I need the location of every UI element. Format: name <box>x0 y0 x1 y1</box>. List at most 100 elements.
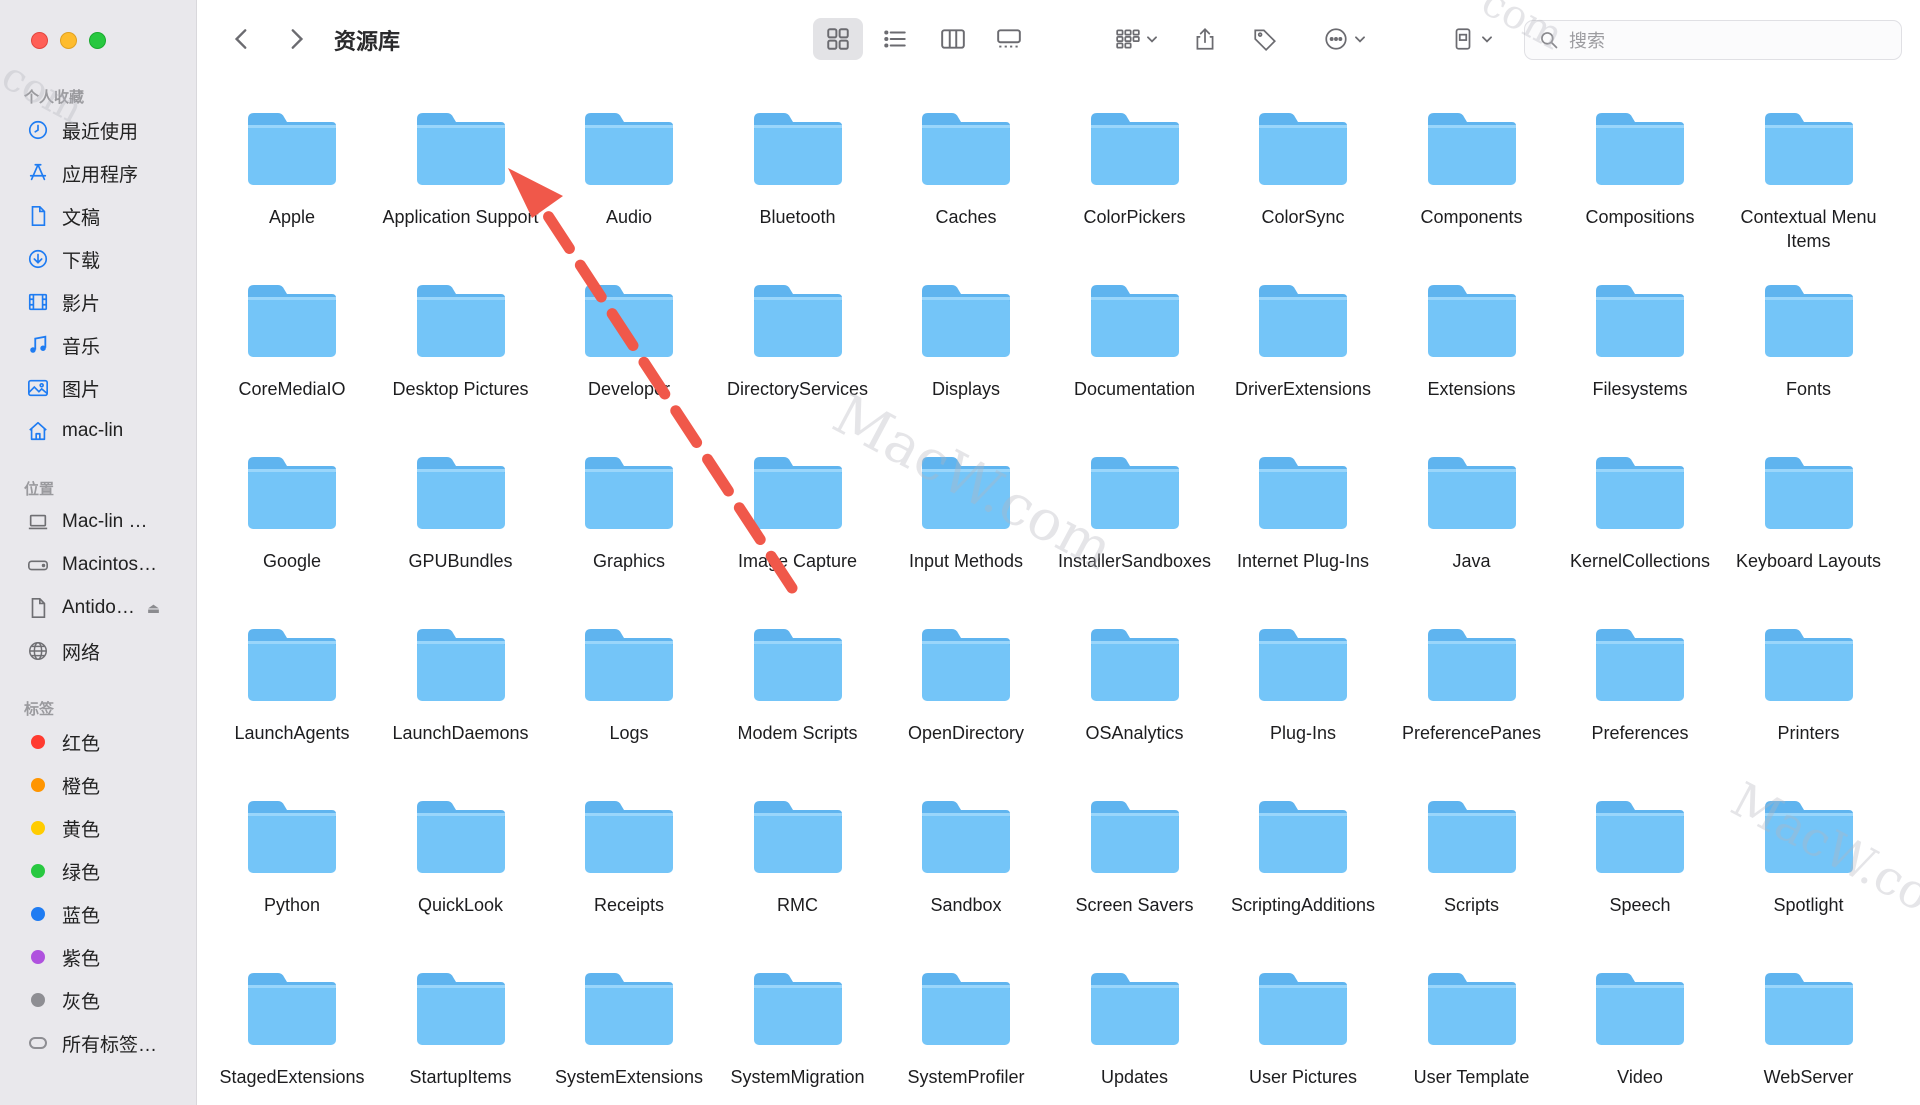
folder-item[interactable]: StartupItems <box>377 965 545 1105</box>
folder-item[interactable]: Bluetooth <box>714 105 882 275</box>
folder-item[interactable]: Apple <box>208 105 376 275</box>
folder-item[interactable]: Application Support <box>377 105 545 275</box>
folder-item[interactable]: Sandbox <box>882 793 1050 963</box>
sidebar-location-3[interactable]: 网络 <box>24 634 184 668</box>
folder-item[interactable]: DirectoryServices <box>714 277 882 447</box>
sidebar-tag-4[interactable]: 蓝色 <box>24 897 184 931</box>
folder-item[interactable]: Logs <box>545 621 713 791</box>
folder-item[interactable]: ScriptingAdditions <box>1219 793 1387 963</box>
sidebar-tag-5[interactable]: 紫色 <box>24 940 184 974</box>
folder-item[interactable]: Extensions <box>1388 277 1556 447</box>
folder-item[interactable]: Audio <box>545 105 713 275</box>
folder-item[interactable]: RMC <box>714 793 882 963</box>
folder-item[interactable]: Documentation <box>1051 277 1219 447</box>
folder-item[interactable]: Google <box>208 449 376 619</box>
folder-item[interactable]: Components <box>1388 105 1556 275</box>
close-button[interactable] <box>31 32 48 49</box>
eject-icon[interactable]: ⏏ <box>147 600 160 617</box>
sidebar-location-0[interactable]: Mac-lin … <box>24 505 184 539</box>
sidebar-favorite-5[interactable]: 音乐 <box>24 328 184 362</box>
folder-item[interactable]: PreferencePanes <box>1388 621 1556 791</box>
folder-item[interactable]: Spotlight <box>1725 793 1893 963</box>
view-list-button[interactable] <box>870 18 920 60</box>
folder-item[interactable]: Filesystems <box>1556 277 1724 447</box>
folder-item[interactable]: S <box>1893 793 1920 963</box>
tag-button[interactable] <box>1247 18 1283 60</box>
folder-item[interactable]: Developer <box>545 277 713 447</box>
folder-item[interactable]: Speech <box>1556 793 1724 963</box>
folder-item[interactable]: GPUBundles <box>377 449 545 619</box>
folder-item[interactable]: DriverExtensions <box>1219 277 1387 447</box>
view-gallery-button[interactable] <box>984 18 1034 60</box>
sidebar-favorite-1[interactable]: 应用程序 <box>24 156 184 190</box>
search-field[interactable]: 搜索 <box>1524 20 1902 60</box>
folder-item[interactable]: User Pictures <box>1219 965 1387 1105</box>
folder-item[interactable]: Input Methods <box>882 449 1050 619</box>
share-button[interactable] <box>1187 18 1223 60</box>
folder-item[interactable]: Internet Plug-Ins <box>1219 449 1387 619</box>
folder-item[interactable]: Image Capture <box>714 449 882 619</box>
folder-item[interactable]: ColorSync <box>1219 105 1387 275</box>
minimize-button[interactable] <box>60 32 77 49</box>
folder-item[interactable]: LaunchDaemons <box>377 621 545 791</box>
folder-item[interactable]: SystemProfiler <box>882 965 1050 1105</box>
folder-item[interactable]: Keyboard Layouts <box>1725 449 1893 619</box>
sidebar-tag-6[interactable]: 灰色 <box>24 983 184 1017</box>
sidebar-tag-2[interactable]: 黄色 <box>24 811 184 845</box>
sidebar-favorite-3[interactable]: 下载 <box>24 242 184 276</box>
folder-item[interactable]: Screen Savers <box>1051 793 1219 963</box>
folder-item[interactable]: Caches <box>882 105 1050 275</box>
folder-item[interactable]: Graphics <box>545 449 713 619</box>
folder-item[interactable]: Desktop Pictures <box>377 277 545 447</box>
sidebar-tag-3[interactable]: 绿色 <box>24 854 184 888</box>
folder-item[interactable]: SystemMigration <box>714 965 882 1105</box>
folder-item[interactable]: Video <box>1556 965 1724 1105</box>
sidebar-tag-0[interactable]: 红色 <box>24 725 184 759</box>
sidebar-favorite-2[interactable]: 文稿 <box>24 199 184 233</box>
folder-item[interactable]: Preferences <box>1556 621 1724 791</box>
action-button[interactable] <box>1317 18 1373 60</box>
sidebar-favorite-7[interactable]: mac-lin <box>24 414 184 448</box>
folder-item[interactable]: Java <box>1388 449 1556 619</box>
forward-button[interactable] <box>279 18 313 60</box>
folder-item[interactable]: OSAnalytics <box>1051 621 1219 791</box>
folder-item[interactable]: KernelCollections <box>1556 449 1724 619</box>
sidebar-tag-7[interactable]: 所有标签… <box>24 1026 184 1060</box>
sidebar-favorite-6[interactable]: 图片 <box>24 371 184 405</box>
folder-item[interactable]: WebServer <box>1725 965 1893 1105</box>
folder-item[interactable]: Pr <box>1893 621 1920 791</box>
folder-item[interactable]: LaunchAgents <box>208 621 376 791</box>
folder-item[interactable]: Compositions <box>1556 105 1724 275</box>
folder-item[interactable]: Plug-Ins <box>1219 621 1387 791</box>
group-button[interactable] <box>1107 18 1167 60</box>
view-icons-button[interactable] <box>813 18 863 60</box>
folder-item[interactable]: QuickLook <box>377 793 545 963</box>
folder-item[interactable]: Fonts <box>1725 277 1893 447</box>
folder-item[interactable]: User Template <box>1388 965 1556 1105</box>
folder-item[interactable]: StagedExtensions <box>208 965 376 1105</box>
folder-item[interactable]: InstallerSandboxes <box>1051 449 1219 619</box>
folder-item[interactable]: OpenDirectory <box>882 621 1050 791</box>
sidebar-location-1[interactable]: Macintos… <box>24 548 184 582</box>
sidebar-location-2[interactable]: Antido… ⏏ <box>24 591 184 625</box>
folder-item[interactable]: Modem Scripts <box>714 621 882 791</box>
device-button[interactable] <box>1447 18 1497 60</box>
folder-item[interactable]: Displays <box>882 277 1050 447</box>
folder-item[interactable]: Receipts <box>545 793 713 963</box>
folder-item[interactable]: Printers <box>1725 621 1893 791</box>
sidebar-favorite-0[interactable]: 最近使用 <box>24 113 184 147</box>
zoom-button[interactable] <box>89 32 106 49</box>
folder-item[interactable]: Scripts <box>1388 793 1556 963</box>
folder-item[interactable]: SystemExtensions <box>545 965 713 1105</box>
sidebar-favorite-4[interactable]: 影片 <box>24 285 184 319</box>
back-button[interactable] <box>225 18 259 60</box>
folder-item[interactable]: Contextual Menu Items <box>1725 105 1893 275</box>
folder-item[interactable]: CoreMediaIO <box>208 277 376 447</box>
folder-item[interactable]: Python <box>208 793 376 963</box>
sidebar-item-label: 影片 <box>62 293 101 315</box>
folder-item[interactable]: ColorPickers <box>1051 105 1219 275</box>
folder-item[interactable]: Updates <box>1051 965 1219 1105</box>
folder-icon <box>750 449 846 533</box>
view-columns-button[interactable] <box>928 18 978 60</box>
sidebar-tag-1[interactable]: 橙色 <box>24 768 184 802</box>
